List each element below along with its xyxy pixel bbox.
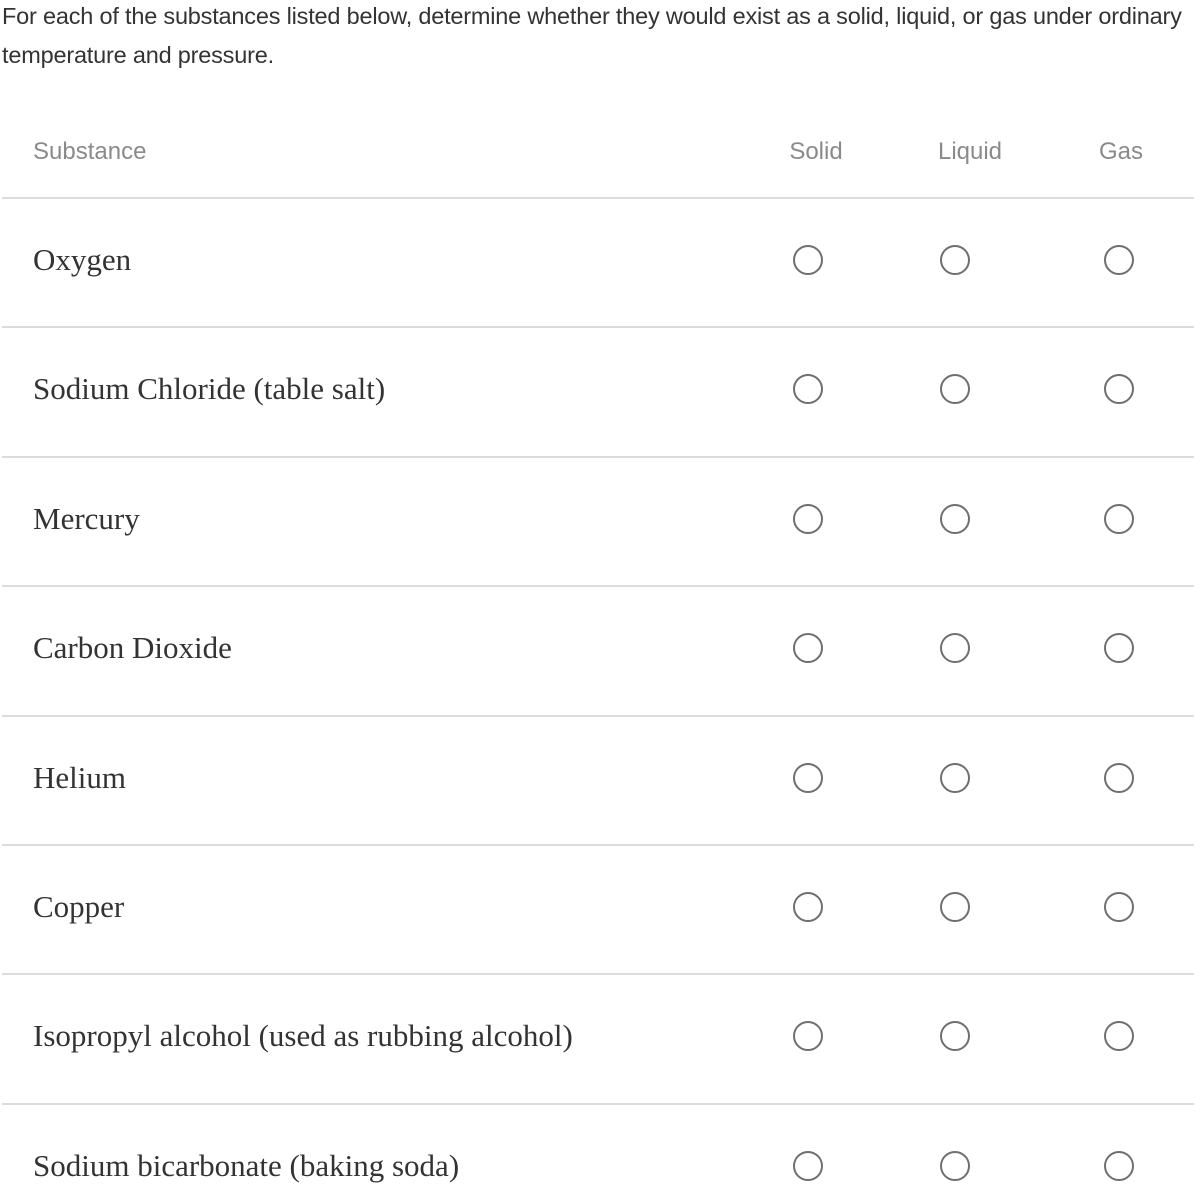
row-divider — [2, 714, 1194, 717]
question-text: For each of the substances listed below,… — [2, 3, 1182, 68]
radio-gas[interactable] — [1104, 762, 1134, 793]
radio-liquid[interactable] — [940, 762, 970, 793]
substance-label: Copper — [33, 889, 125, 924]
substance-label: Sodium bicarbonate (baking soda) — [33, 1147, 460, 1183]
radio-solid[interactable] — [793, 503, 823, 534]
radio-solid[interactable] — [793, 1021, 823, 1052]
radio-liquid[interactable] — [940, 892, 970, 922]
column-header-gas: Gas — [1098, 138, 1143, 165]
row-divider — [2, 973, 1194, 976]
row-divider — [2, 1102, 1194, 1105]
radio-solid[interactable] — [793, 245, 823, 275]
radio-liquid[interactable] — [940, 503, 970, 534]
column-header-liquid: Liquid — [937, 138, 1003, 165]
radio-liquid[interactable] — [940, 1150, 970, 1181]
substance-label: Carbon Dioxide — [33, 630, 232, 666]
radio-solid[interactable] — [793, 374, 823, 405]
column-header-solid: Solid — [789, 138, 843, 165]
row-divider — [2, 326, 1194, 329]
radio-gas[interactable] — [1104, 245, 1134, 275]
header-divider — [2, 197, 1194, 199]
radio-gas[interactable] — [1104, 503, 1134, 534]
row-divider — [2, 455, 1194, 458]
row-divider — [2, 585, 1194, 588]
substance-label: Helium — [33, 759, 126, 795]
radio-liquid[interactable] — [940, 633, 970, 664]
row-divider — [2, 844, 1194, 846]
radio-gas[interactable] — [1104, 1150, 1134, 1181]
radio-liquid[interactable] — [940, 374, 970, 405]
substance-label: Mercury — [33, 500, 140, 536]
radio-liquid[interactable] — [940, 1021, 970, 1052]
substance-label: Isopropyl alcohol (used as rubbing alcoh… — [33, 1018, 573, 1054]
radio-solid[interactable] — [793, 1150, 823, 1181]
radio-liquid[interactable] — [940, 245, 970, 275]
radio-gas[interactable] — [1104, 892, 1134, 922]
radio-solid[interactable] — [793, 762, 823, 793]
radio-gas[interactable] — [1104, 633, 1134, 664]
substance-label: Sodium Chloride (table salt) — [33, 371, 386, 407]
column-header-substance: Substance — [33, 138, 147, 165]
radio-gas[interactable] — [1104, 374, 1134, 405]
radio-solid[interactable] — [793, 892, 823, 922]
radio-gas[interactable] — [1104, 1021, 1134, 1052]
substance-label: Oxygen — [33, 242, 132, 277]
radio-solid[interactable] — [793, 633, 823, 664]
